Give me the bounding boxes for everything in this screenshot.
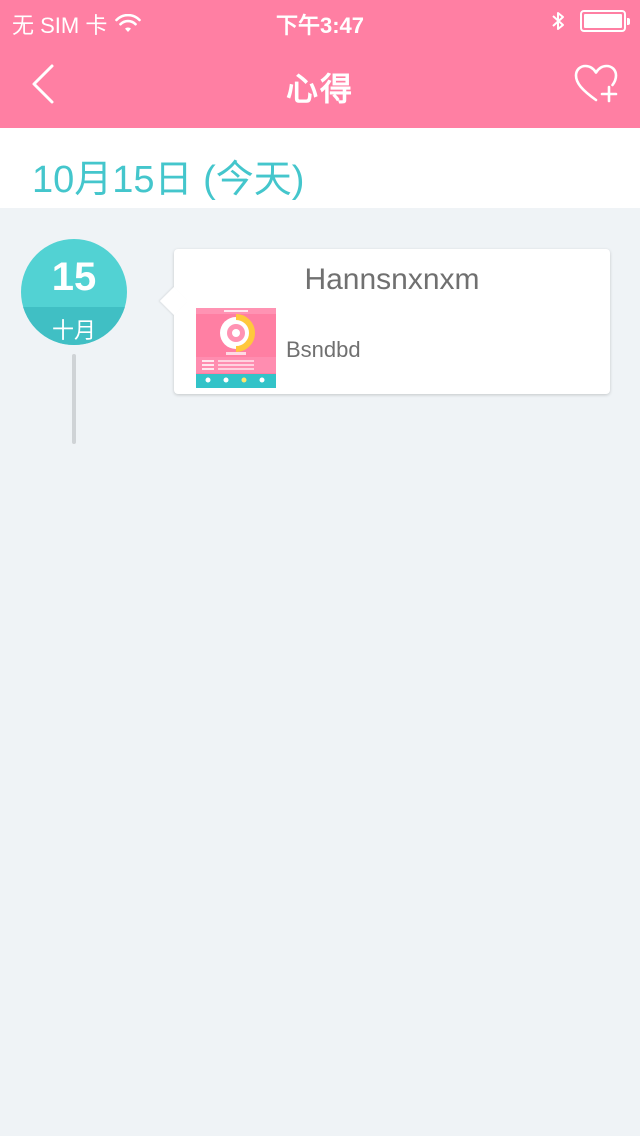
timeline-line	[72, 354, 76, 444]
status-time: 下午3:47	[275, 13, 365, 38]
add-favorite-button[interactable]	[572, 62, 620, 106]
heart-plus-icon	[574, 64, 618, 103]
screen: 无 SIM 卡 下午3:47 心得 10月15日 (今天) 15 十月 Hann…	[0, 0, 640, 1136]
entry-thumbnail[interactable]	[196, 308, 276, 388]
nav-bar: 心得	[0, 40, 640, 128]
page-title: 心得	[285, 71, 354, 107]
status-bar: 无 SIM 卡 下午3:47	[0, 0, 640, 40]
bluetooth-icon	[552, 12, 564, 30]
date-label: 10月15日 (今天)	[32, 159, 305, 201]
entry-card[interactable]: Hannsnxnxm Bsndbd	[159, 249, 610, 394]
date-header: 10月15日 (今天)	[0, 128, 640, 208]
battery-icon	[580, 10, 630, 32]
timeline-day: 15	[51, 255, 97, 299]
entry-title: Hannsnxnxm	[304, 263, 480, 296]
timeline-date-badge: 15 十月	[21, 239, 127, 345]
status-right	[550, 9, 630, 33]
timeline-month: 十月	[51, 318, 96, 343]
entry-text: Bsndbd	[286, 337, 361, 362]
